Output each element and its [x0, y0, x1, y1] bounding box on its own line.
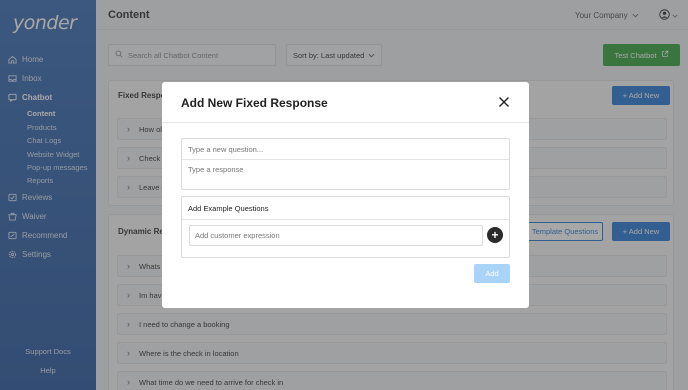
- question-input[interactable]: Type a new question...: [182, 139, 509, 160]
- close-icon[interactable]: [498, 96, 510, 108]
- example-questions-title: Add Example Questions: [188, 204, 269, 213]
- modal-divider: [162, 122, 529, 123]
- customer-expression-input[interactable]: Add customer expression: [189, 225, 483, 246]
- example-questions-box: Add Example Questions Add customer expre…: [181, 196, 510, 258]
- add-expression-plus-icon[interactable]: +: [487, 227, 503, 243]
- divider: [182, 219, 509, 220]
- expression-placeholder: Add customer expression: [195, 231, 280, 240]
- add-button[interactable]: Add: [474, 264, 510, 283]
- question-placeholder: Type a new question...: [188, 144, 264, 154]
- add-fixed-response-modal: Add New Fixed Response Type a new questi…: [162, 82, 529, 308]
- question-response-box: Type a new question... Type a response: [181, 138, 510, 190]
- response-input[interactable]: Type a response: [188, 165, 243, 174]
- modal-title: Add New Fixed Response: [181, 96, 328, 110]
